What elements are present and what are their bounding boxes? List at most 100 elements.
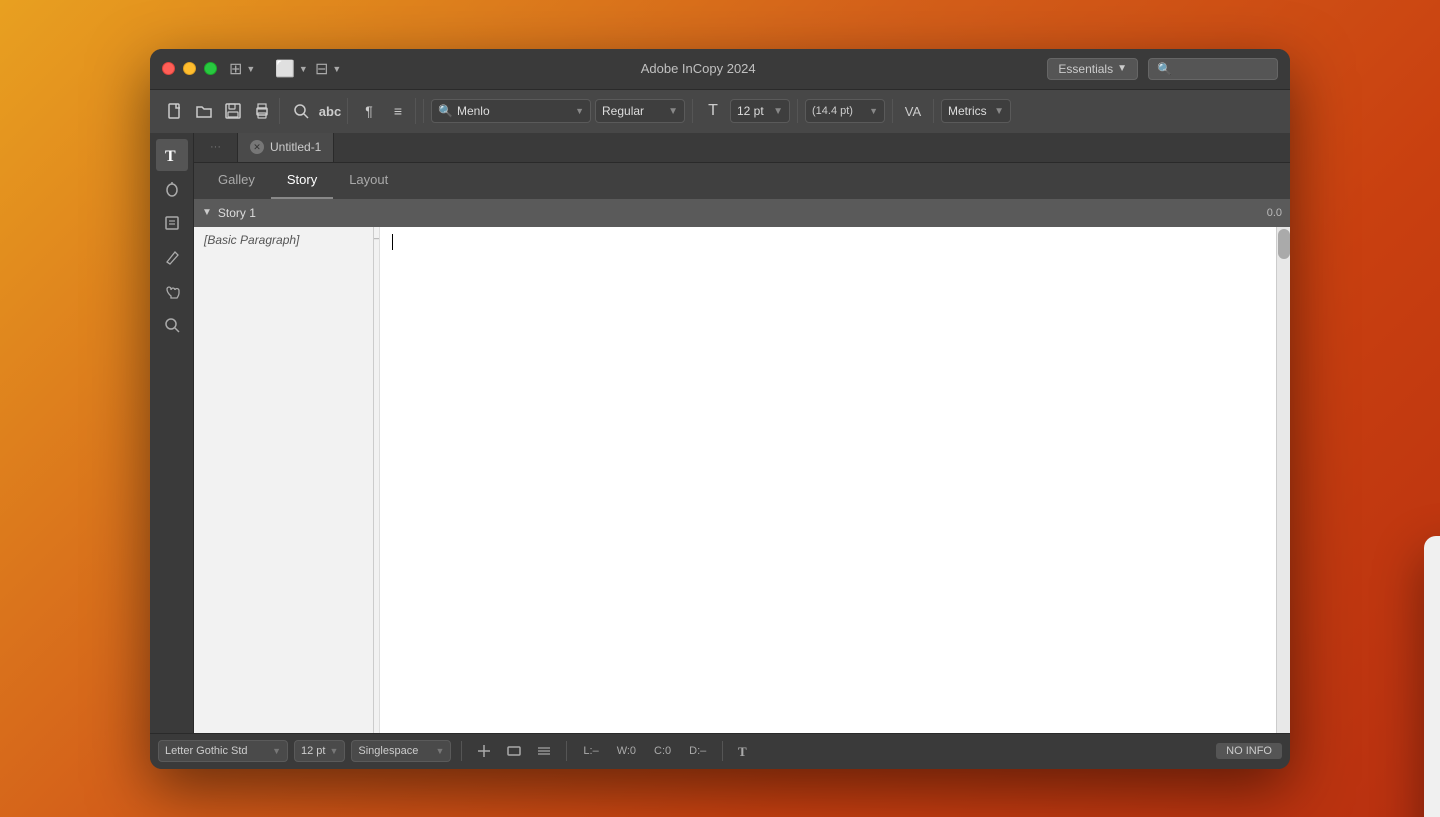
hand-tool-alt[interactable] [156,173,188,205]
open-button[interactable] [191,98,217,124]
para-style-panel: [Basic Paragraph] [194,227,374,733]
status-icon-a[interactable] [472,740,496,762]
font-style-value: Regular [602,104,644,118]
statusbar: Letter Gothic Std ▼ 12 pt ▼ Singlespace … [150,733,1290,769]
maximize-button[interactable] [204,62,217,75]
status-noinfo: NO INFO [1216,743,1282,759]
close-button[interactable] [162,62,175,75]
status-pos-d: D:– [683,745,712,757]
scrollbar-right[interactable] [1276,227,1290,733]
doc-tab-name: Untitled-1 [270,140,321,154]
essentials-button[interactable]: Essentials ▼ [1047,58,1138,80]
align-button[interactable]: ≡ [385,98,411,124]
editor-area: ··· ✕ Untitled-1 Galley Story Layout [194,133,1290,733]
status-divider-1 [461,741,462,761]
leading-field[interactable]: (14.4 pt) ▼ [805,99,885,123]
essentials-arrow: ▼ [1117,63,1127,74]
toolbar-group-para: ¶ ≡ [352,98,416,124]
panels-icon[interactable]: ⊟ [315,59,328,79]
traffic-lights [162,62,217,75]
editor-content: [Basic Paragraph] – [194,227,1290,733]
font-size-arrow: ▼ [773,106,783,117]
font-search-field[interactable]: 🔍 Menlo ▼ [431,99,591,123]
svg-text:T: T [738,744,747,759]
view-mode-icon[interactable]: ⊞ [229,59,242,79]
font-name-value: Menlo [457,104,490,118]
hand-tool[interactable] [156,275,188,307]
status-spacing-select[interactable]: Singlespace ▼ [351,740,451,762]
scrollbar-thumb[interactable] [1278,229,1290,259]
status-layout-icon[interactable] [532,740,556,762]
find-button[interactable] [288,98,314,124]
status-divider-2 [566,741,567,761]
status-size-select[interactable]: 12 pt ▼ [294,740,345,762]
view-mode-arrow: ▼ [246,64,255,74]
search-box[interactable]: 🔍 [1148,58,1278,80]
titlebar: ⊞ ▼ ⬜ ▼ ⊟ ▼ Adobe InCopy 2024 Essentials… [150,49,1290,89]
doc-tab-untitled[interactable]: ✕ Untitled-1 [238,133,334,162]
kerning-value: Metrics [948,104,987,118]
status-view-icon[interactable] [502,740,526,762]
layout-arrow: ▼ [299,64,308,74]
ruler-marker: – [374,233,379,243]
cursor-line [392,233,1264,251]
layout-icon[interactable]: ⬜ [275,59,295,79]
story-ruler-value: 0.0 [1267,207,1282,219]
status-font-value: Letter Gothic Std [165,745,248,757]
tab-galley[interactable]: Galley [202,163,271,199]
new-document-button[interactable] [162,98,188,124]
doc-tab-close[interactable]: ✕ [250,140,264,154]
pencil-tool[interactable] [156,241,188,273]
toolbar-sep-5 [933,99,934,123]
text-editor[interactable] [380,227,1276,733]
status-type-icon[interactable]: T [733,740,757,762]
font-style-select[interactable]: Regular ▼ [595,99,685,123]
print-button[interactable] [249,98,275,124]
titlebar-right: Essentials ▼ 🔍 [1047,58,1278,80]
leading-value: (14.4 pt) [812,105,853,117]
notes-tool[interactable] [156,207,188,239]
status-font-arrow: ▼ [272,746,281,756]
kerning-select[interactable]: Metrics ▼ [941,99,1011,123]
tool-panel: T [150,133,194,733]
story-triangle-icon: ▼ [202,207,212,218]
story-bar-name: Story 1 [218,206,256,220]
status-spacing-arrow: ▼ [435,746,444,756]
font-search-icon: 🔍 [438,104,453,118]
toolbar-group-create [158,98,280,124]
para-marks-button[interactable]: ¶ [356,98,382,124]
status-font-select[interactable]: Letter Gothic Std ▼ [158,740,288,762]
status-divider-3 [722,741,723,761]
font-size-value: 12 pt [737,104,764,118]
status-pos-w: W:0 [611,745,642,757]
window-title: Adobe InCopy 2024 [349,61,1047,76]
text-cursor [392,234,393,250]
tab-layout[interactable]: Layout [333,163,404,199]
toolbar-group-search: abc [284,98,348,124]
status-pos-c: C:0 [648,745,677,757]
leading-arrow: ▼ [869,106,878,116]
spellcheck-button[interactable]: abc [317,98,343,124]
status-spacing-value: Singlespace [358,745,418,757]
tracking-icon: VA [900,98,926,124]
minimize-button[interactable] [183,62,196,75]
toolbar-sep-1 [423,99,424,123]
toolbar-sep-3 [797,99,798,123]
status-size-value: 12 pt [301,745,325,757]
text-tool[interactable]: T [156,139,188,171]
tab-story[interactable]: Story [271,163,333,199]
save-button[interactable] [220,98,246,124]
view-tabs: Galley Story Layout [194,163,1290,199]
status-pos-l: L:– [577,745,604,757]
story-bar: ▼ Story 1 0.0 [194,199,1290,227]
tab-bar-spacer: ··· [194,133,238,162]
tab-bar: ··· ✕ Untitled-1 [194,133,1290,163]
font-size-select[interactable]: 12 pt ▼ [730,99,790,123]
tab-layout-label: Layout [349,172,388,187]
toolbar-sep-4 [892,99,893,123]
font-size-icon: T [700,98,726,124]
content-area: T ··· ✕ Unt [150,133,1290,733]
toolbar-sep-2 [692,99,693,123]
font-style-arrow: ▼ [668,106,678,117]
zoom-tool[interactable] [156,309,188,341]
